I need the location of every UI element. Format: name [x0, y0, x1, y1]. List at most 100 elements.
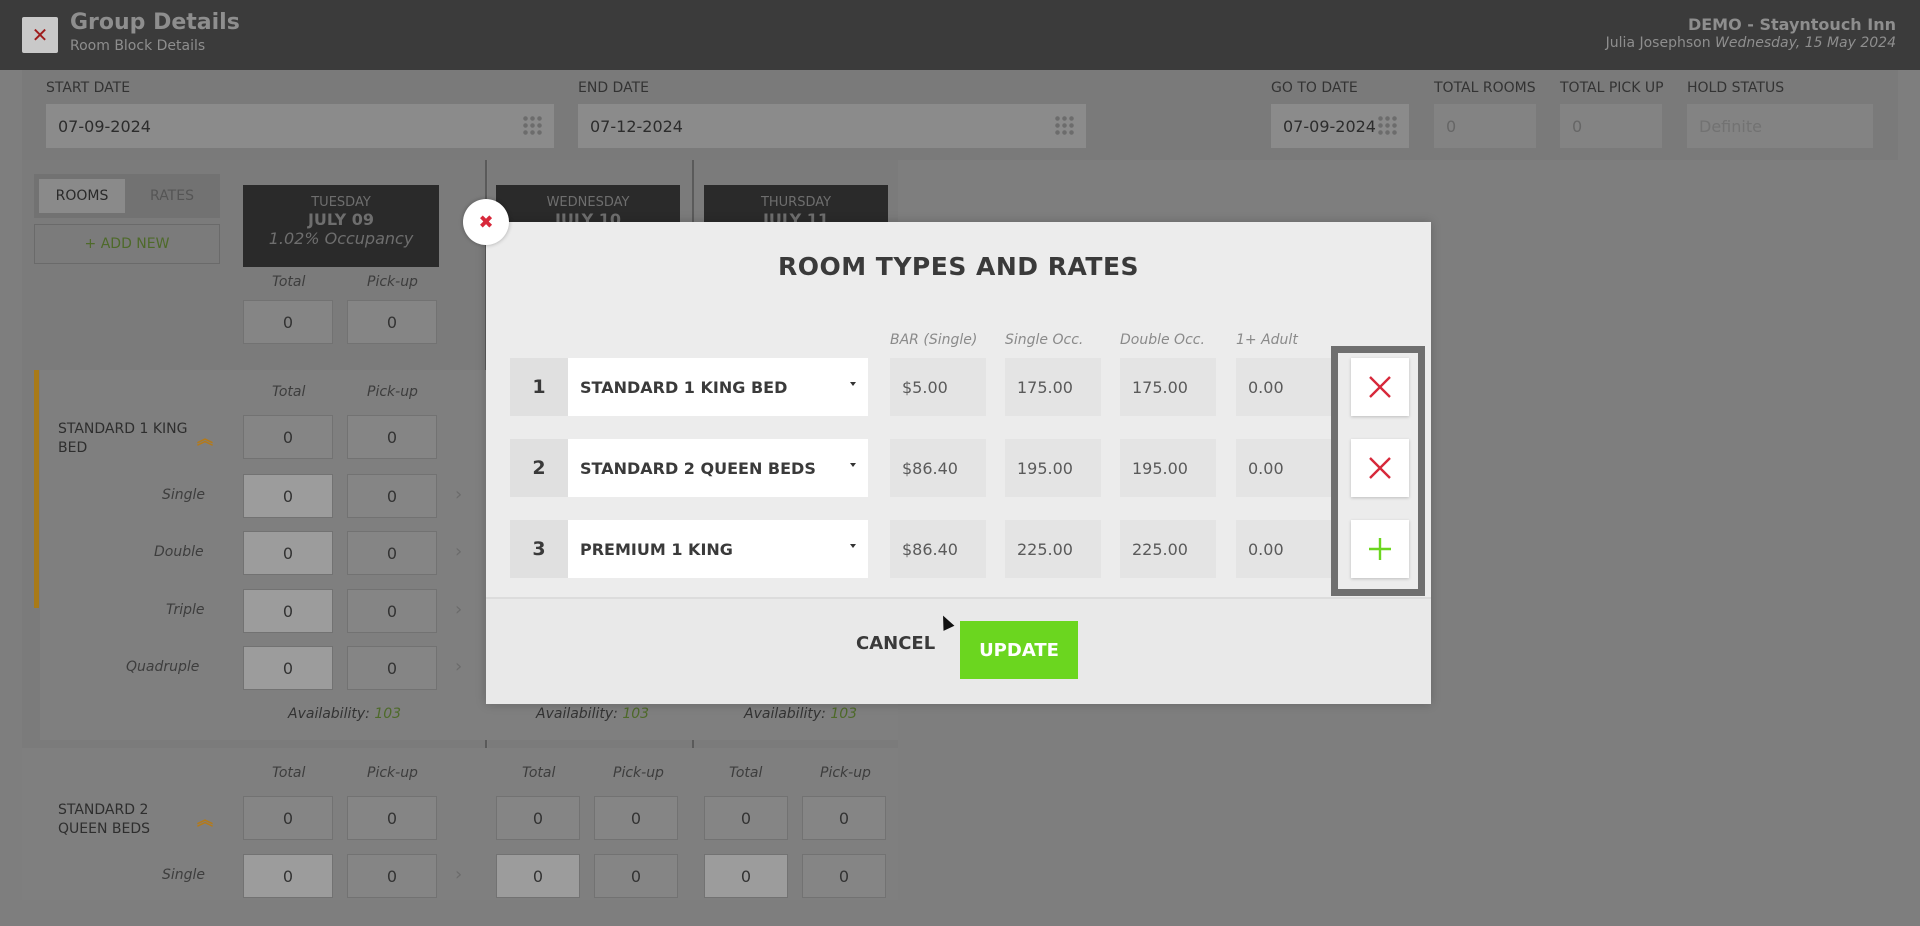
- delete-row-button[interactable]: [1351, 358, 1409, 416]
- chevron-right-icon[interactable]: ›: [455, 864, 462, 885]
- user-name: Julia Josephson: [1605, 35, 1711, 51]
- double-occ-input[interactable]: 175.00: [1120, 358, 1216, 416]
- room-type-value: STANDARD 1 KING BED: [580, 377, 788, 397]
- occupancy-label-quadruple: Quadruple: [126, 659, 200, 675]
- day-total-field: 0: [243, 300, 333, 344]
- single-pickup-field: 0: [802, 854, 886, 898]
- view-tabs: ROOMS RATES: [34, 174, 220, 218]
- total-pickup-label: TOTAL PICK UP: [1560, 80, 1664, 96]
- room-type-select[interactable]: STANDARD 2 QUEEN BEDS: [568, 439, 868, 497]
- tab-rooms[interactable]: ROOMS: [39, 179, 125, 213]
- hold-status-field[interactable]: Definite: [1687, 104, 1873, 148]
- pickup-label: Pick-up: [367, 765, 418, 781]
- double-occ-input[interactable]: 195.00: [1120, 439, 1216, 497]
- tab-rates[interactable]: RATES: [129, 179, 215, 213]
- room-type-select[interactable]: PREMIUM 1 KING: [568, 520, 868, 578]
- day-pickup-field: 0: [347, 300, 437, 344]
- availability-value: 103: [374, 706, 402, 722]
- occupancy-label-single: Single: [162, 487, 206, 503]
- pickup-label: Pick-up: [367, 384, 418, 400]
- modal-title: ROOM TYPES AND RATES: [777, 252, 1140, 281]
- end-date-label: END DATE: [578, 80, 649, 96]
- single-occ-input[interactable]: 225.00: [1005, 520, 1101, 578]
- start-date-field[interactable]: 07-09-2024: [46, 104, 554, 148]
- start-date-label: START DATE: [46, 80, 131, 96]
- row-number: 2: [510, 439, 568, 497]
- single-pickup-field: 0: [347, 854, 437, 898]
- availability-value: 103: [622, 706, 650, 722]
- triple-pickup-field: 0: [347, 589, 437, 633]
- bar-rate-field: $86.40: [890, 439, 986, 497]
- quadruple-total-input[interactable]: 0: [243, 646, 333, 690]
- add-row-button[interactable]: [1351, 520, 1409, 578]
- go-to-date-field[interactable]: 07-09-2024: [1271, 104, 1409, 148]
- room-type-name: STANDARD 2 QUEEN BEDS: [58, 802, 150, 837]
- caret-down-icon: [850, 544, 856, 548]
- pickup-label: Pick-up: [613, 765, 664, 781]
- room-type-value: PREMIUM 1 KING: [580, 539, 733, 559]
- page-subtitle: Room Block Details: [70, 38, 206, 54]
- cancel-button[interactable]: CANCEL: [856, 633, 935, 654]
- room-total-field: 0: [704, 796, 788, 840]
- modal-close-button[interactable]: ✖: [463, 199, 509, 245]
- calendar-icon[interactable]: [1377, 115, 1399, 137]
- close-icon: ✖: [478, 211, 494, 233]
- col-header-bar: BAR (Single): [890, 332, 978, 348]
- chevron-right-icon[interactable]: ›: [455, 656, 462, 677]
- room-types-modal: ROOM TYPES AND RATES BAR (Single) Single…: [486, 222, 1431, 704]
- calendar-icon[interactable]: [1054, 115, 1076, 137]
- room-type-select[interactable]: STANDARD 1 KING BED: [568, 358, 868, 416]
- single-total-input[interactable]: 0: [704, 854, 788, 898]
- caret-down-icon: [850, 463, 856, 467]
- single-occ-input[interactable]: 195.00: [1005, 439, 1101, 497]
- delete-icon: [1369, 376, 1391, 398]
- pickup-label: Pick-up: [820, 765, 871, 781]
- single-pickup-field: 0: [594, 854, 678, 898]
- single-total-input[interactable]: 0: [243, 474, 333, 518]
- day-of-week: THURSDAY: [760, 195, 832, 210]
- chevron-right-icon[interactable]: ›: [455, 599, 462, 620]
- collapse-chevron-icon[interactable]: ︽: [197, 806, 213, 830]
- chevron-right-icon[interactable]: ›: [455, 541, 462, 562]
- extra-adult-input[interactable]: 0.00: [1236, 520, 1332, 578]
- calendar-icon[interactable]: [522, 115, 544, 137]
- close-page-button[interactable]: ✕: [22, 17, 58, 53]
- delete-row-button[interactable]: [1351, 439, 1409, 497]
- triple-total-input[interactable]: 0: [243, 589, 333, 633]
- single-occ-input[interactable]: 175.00: [1005, 358, 1101, 416]
- update-button[interactable]: UPDATE: [960, 621, 1078, 679]
- page-title: Group Details: [70, 10, 240, 35]
- quadruple-pickup-field: 0: [347, 646, 437, 690]
- occupancy-label-triple: Triple: [166, 602, 205, 618]
- single-total-input[interactable]: 0: [496, 854, 580, 898]
- total-rooms-field: 0: [1434, 104, 1536, 148]
- end-date-field[interactable]: 07-12-2024: [578, 104, 1086, 148]
- double-occ-input[interactable]: 225.00: [1120, 520, 1216, 578]
- total-label: Total: [272, 384, 306, 400]
- total-label: Total: [522, 765, 556, 781]
- chevron-right-icon[interactable]: ›: [455, 484, 462, 505]
- go-to-date-value: 07-09-2024: [1283, 116, 1376, 136]
- double-total-input[interactable]: 0: [243, 531, 333, 575]
- plus-icon: [1369, 538, 1391, 560]
- availability-value: 103: [830, 706, 858, 722]
- col-header-single: Single Occ.: [1005, 332, 1084, 348]
- delete-icon: [1369, 457, 1391, 479]
- col-header-double: Double Occ.: [1120, 332, 1205, 348]
- availability-label: Availability:: [288, 706, 370, 722]
- room-type-name: STANDARD 1 KING BED: [58, 421, 188, 456]
- pickup-label: Pick-up: [367, 274, 418, 290]
- collapse-chevron-icon[interactable]: ︽: [197, 425, 213, 449]
- single-pickup-field: 0: [347, 474, 437, 518]
- bar-rate-field: $86.40: [890, 520, 986, 578]
- single-total-input[interactable]: 0: [243, 854, 333, 898]
- current-date: Wednesday, 15 May 2024: [1715, 35, 1896, 51]
- day-card-july-09[interactable]: TUESDAY JULY 09 1.02% Occupancy: [243, 185, 439, 267]
- caret-down-icon: [850, 382, 856, 386]
- add-new-button[interactable]: + ADD NEW: [34, 224, 220, 264]
- room-pickup-field: 0: [347, 796, 437, 840]
- day-of-week: TUESDAY: [311, 195, 371, 210]
- day-date: JULY 09: [307, 210, 375, 229]
- extra-adult-input[interactable]: 0.00: [1236, 439, 1332, 497]
- extra-adult-input[interactable]: 0.00: [1236, 358, 1332, 416]
